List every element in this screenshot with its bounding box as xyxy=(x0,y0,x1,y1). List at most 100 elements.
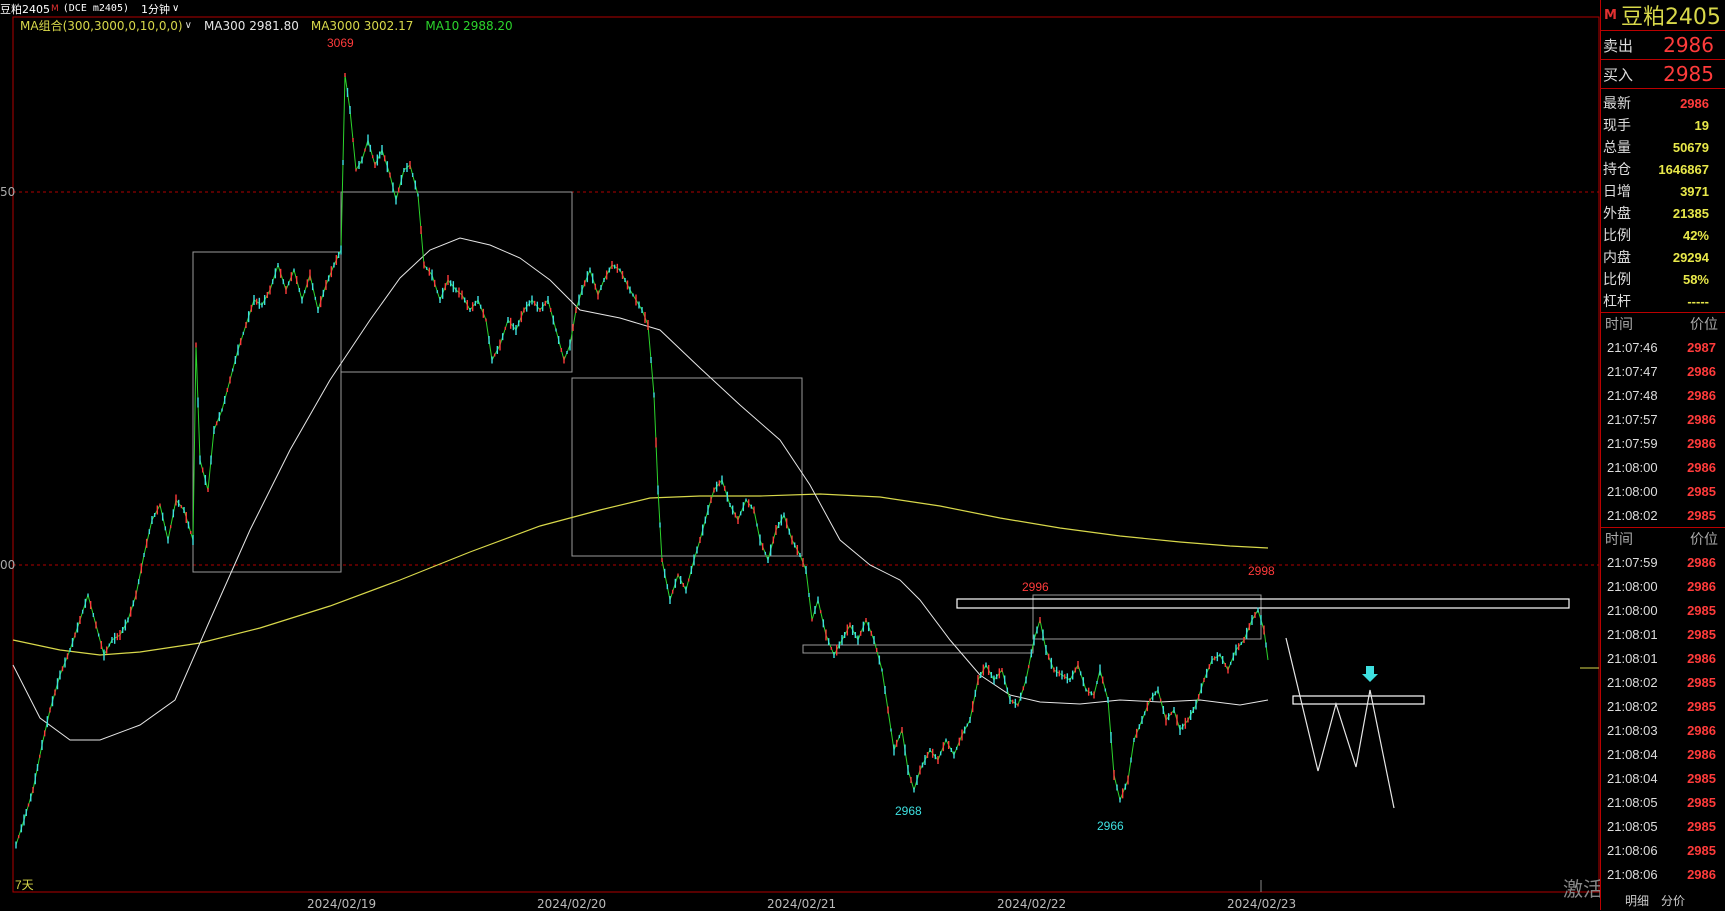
stat-row: 比例 58% xyxy=(1601,268,1725,290)
tick-row: 21:07:57 2986 xyxy=(1601,407,1725,431)
stat-label: 比例 xyxy=(1603,228,1631,244)
stat-row: 日增 3971 xyxy=(1601,180,1725,202)
stat-row: 外盘 21385 xyxy=(1601,202,1725,224)
quote-panel: M 豆粕2405 卖出 2986 买入 2985 最新 2986 现手 19 总量 506… xyxy=(1600,0,1725,910)
tick-price: 2986 xyxy=(1687,459,1716,475)
peak2-label: 2998 xyxy=(1248,564,1275,578)
chevron-down-icon[interactable]: ∨ xyxy=(185,20,192,31)
ma3000-value: MA3000 3002.17 xyxy=(310,18,414,33)
ma300-line xyxy=(12,237,1269,741)
tick-row: 21:08:04 2986 xyxy=(1601,742,1725,766)
tick-header: 时间 价位 xyxy=(1601,313,1725,335)
ma3000-line xyxy=(12,493,1269,656)
kline-chart[interactable] xyxy=(0,0,1600,910)
tick-price: 2986 xyxy=(1687,411,1716,427)
tick-row: 21:08:02 2985 xyxy=(1601,670,1725,694)
resistance-zone xyxy=(956,598,1570,609)
sell-price: 2986 xyxy=(1663,33,1714,57)
down-arrow-icon xyxy=(1362,666,1378,682)
tick-row: 21:07:59 2986 xyxy=(1601,431,1725,455)
panel-title: M 豆粕2405 xyxy=(1601,0,1725,31)
tick-list-1[interactable]: 时间 价位 21:07:46 2987 21:07:47 2986 21:07:48 29… xyxy=(1601,313,1725,528)
symbol-label[interactable]: 豆粕2405 xyxy=(0,1,50,17)
time-header: 时间 xyxy=(1605,532,1633,548)
tick-time: 21:07:47 xyxy=(1607,363,1658,379)
low1-label: 2968 xyxy=(895,804,922,818)
stat-value: 50679 xyxy=(1672,139,1709,155)
stat-label: 现手 xyxy=(1603,118,1631,134)
tick-price: 2986 xyxy=(1687,650,1716,666)
stat-row: 杠杆 ----- xyxy=(1601,290,1725,312)
date-label: 2024/02/21 xyxy=(767,897,837,911)
projection-path xyxy=(1285,637,1395,809)
stat-row: 总量 50679 xyxy=(1601,136,1725,158)
tick-price: 2985 xyxy=(1687,818,1716,834)
buy-price: 2985 xyxy=(1663,62,1714,86)
tick-row: 21:08:02 2985 xyxy=(1601,694,1725,718)
tick-row: 21:08:00 2986 xyxy=(1601,455,1725,479)
stats-list: 最新 2986 现手 19 总量 50679 持仓 1646867 日增 3971 外盘 21385 比… xyxy=(1601,89,1725,313)
tick-time: 21:08:02 xyxy=(1607,507,1658,523)
tick-time: 21:08:00 xyxy=(1607,459,1658,475)
tick-row: 21:08:01 2985 xyxy=(1601,622,1725,646)
tick-time: 21:08:03 xyxy=(1607,722,1658,738)
stat-row: 持仓 1646867 xyxy=(1601,158,1725,180)
chart-frame xyxy=(12,16,1600,893)
exchange-label: (DCE m2405) xyxy=(62,3,129,14)
indicator-name[interactable]: MA组合(300,3000,0,10,0,0) xyxy=(20,17,183,34)
chart-canvas[interactable] xyxy=(0,0,1600,910)
chevron-down-icon[interactable]: ∨ xyxy=(172,3,179,14)
high-label: 3069 xyxy=(327,36,354,50)
tick-time: 21:08:02 xyxy=(1607,698,1658,714)
range-box xyxy=(340,191,573,373)
stat-value: 1646867 xyxy=(1658,161,1709,177)
tick-row: 21:08:04 2985 xyxy=(1601,766,1725,790)
tick-price: 2986 xyxy=(1687,554,1716,570)
tick-price: 2985 xyxy=(1687,770,1716,786)
market-icon: M xyxy=(1604,7,1617,23)
price-header: 价位 xyxy=(1690,317,1718,333)
date-label: 2024/02/19 xyxy=(307,897,377,911)
panel-symbol: 豆粕2405 xyxy=(1620,5,1721,30)
tick-time: 21:08:02 xyxy=(1607,674,1658,690)
tick-price: 2986 xyxy=(1687,435,1716,451)
stat-label: 持仓 xyxy=(1603,162,1631,178)
stat-value: 3971 xyxy=(1680,183,1709,199)
sell-row[interactable]: 卖出 2986 xyxy=(1601,31,1725,60)
marker-label: M xyxy=(51,3,59,14)
tick-row: 21:08:05 2985 xyxy=(1601,814,1725,838)
interval-selector[interactable]: 1分钟 xyxy=(141,1,170,17)
stat-value: 19 xyxy=(1694,117,1709,133)
tick-list-2[interactable]: 时间 价位 21:07:59 2986 21:08:00 2986 21:08:00 29… xyxy=(1601,528,1725,886)
range-box xyxy=(192,251,342,573)
tick-time: 21:08:00 xyxy=(1607,483,1658,499)
tick-price: 2986 xyxy=(1687,722,1716,738)
buy-row[interactable]: 买入 2985 xyxy=(1601,60,1725,89)
tick-row: 21:08:00 2986 xyxy=(1601,574,1725,598)
stat-label: 日增 xyxy=(1603,184,1631,200)
stat-value: 58% xyxy=(1682,271,1709,287)
tick-time: 21:08:00 xyxy=(1607,602,1658,618)
tab-detail[interactable]: 明细 xyxy=(1625,892,1649,909)
tick-row: 21:07:47 2986 xyxy=(1601,359,1725,383)
range-box xyxy=(571,377,803,557)
tick-price: 2985 xyxy=(1687,507,1716,523)
tick-row: 21:08:05 2985 xyxy=(1601,790,1725,814)
tick-row: 21:08:00 2985 xyxy=(1601,598,1725,622)
tick-time: 21:07:48 xyxy=(1607,387,1658,403)
tick-price: 2986 xyxy=(1687,363,1716,379)
tick-time: 21:07:46 xyxy=(1607,339,1658,355)
stat-label: 外盘 xyxy=(1603,206,1631,222)
stat-value: 29294 xyxy=(1672,249,1709,265)
tab-price-split[interactable]: 分价 xyxy=(1661,892,1685,909)
buy-label: 买入 xyxy=(1603,65,1634,84)
tick-price: 2985 xyxy=(1687,794,1716,810)
support-zone xyxy=(1292,695,1425,705)
low2-label: 2966 xyxy=(1097,819,1124,833)
range-boxes xyxy=(192,191,1262,654)
price-line xyxy=(15,74,1269,846)
indicator-legend: MA组合(300,3000,0,10,0,0) ∨ MA300 2981.80 … xyxy=(20,17,513,34)
tick-price: 2986 xyxy=(1687,866,1716,882)
tick-row: 21:08:06 2985 xyxy=(1601,838,1725,862)
tick-row: 21:08:01 2986 xyxy=(1601,646,1725,670)
